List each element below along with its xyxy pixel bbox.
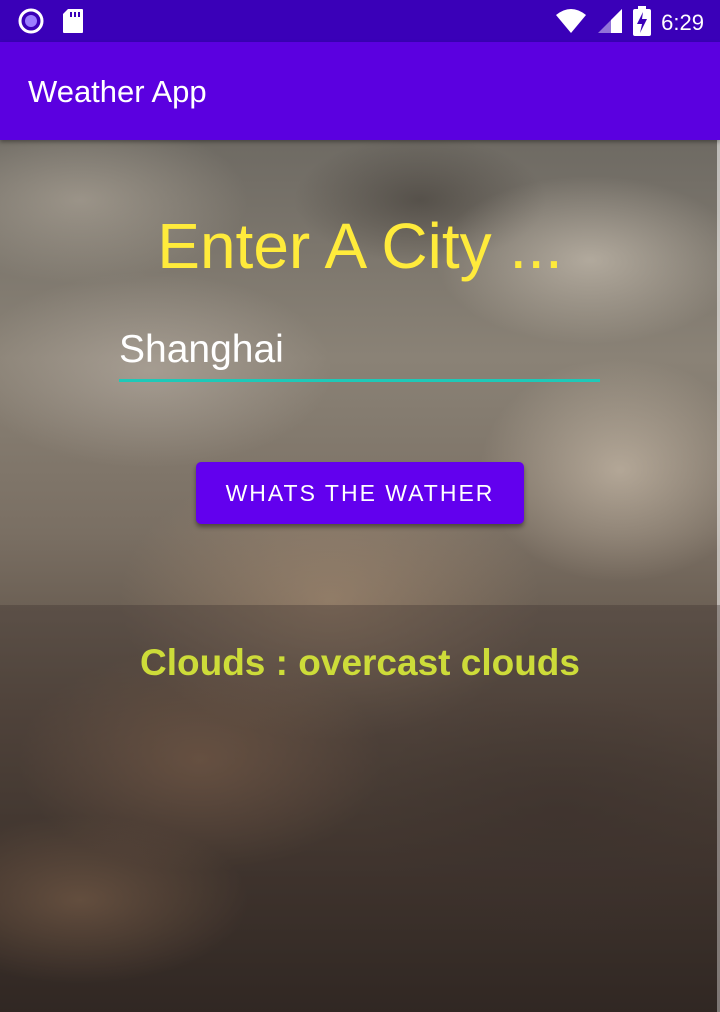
city-input[interactable] — [119, 322, 600, 378]
enter-city-heading: Enter A City ... — [157, 210, 563, 282]
city-field — [119, 322, 600, 382]
wifi-icon — [555, 7, 587, 39]
cell-signal-icon — [597, 7, 623, 39]
city-input-underline — [119, 379, 600, 382]
battery-charging-icon — [633, 6, 652, 40]
app-bar: Weather App — [0, 42, 720, 140]
status-left-icons — [18, 8, 84, 38]
app-notification-icon — [18, 8, 44, 38]
status-right-icons: 6:29 — [555, 6, 704, 40]
weather-result-text: Clouds : overcast clouds — [140, 642, 580, 683]
app-title: Weather App — [28, 74, 207, 109]
whats-the-weather-button[interactable]: WHATS THE WATHER — [196, 462, 524, 524]
status-bar: 6:29 — [0, 0, 720, 42]
status-time: 6:29 — [661, 10, 704, 35]
sd-card-icon — [62, 8, 84, 38]
weather-app-screen: 6:29 Weather App Enter A City ... WHATS … — [0, 0, 720, 1012]
